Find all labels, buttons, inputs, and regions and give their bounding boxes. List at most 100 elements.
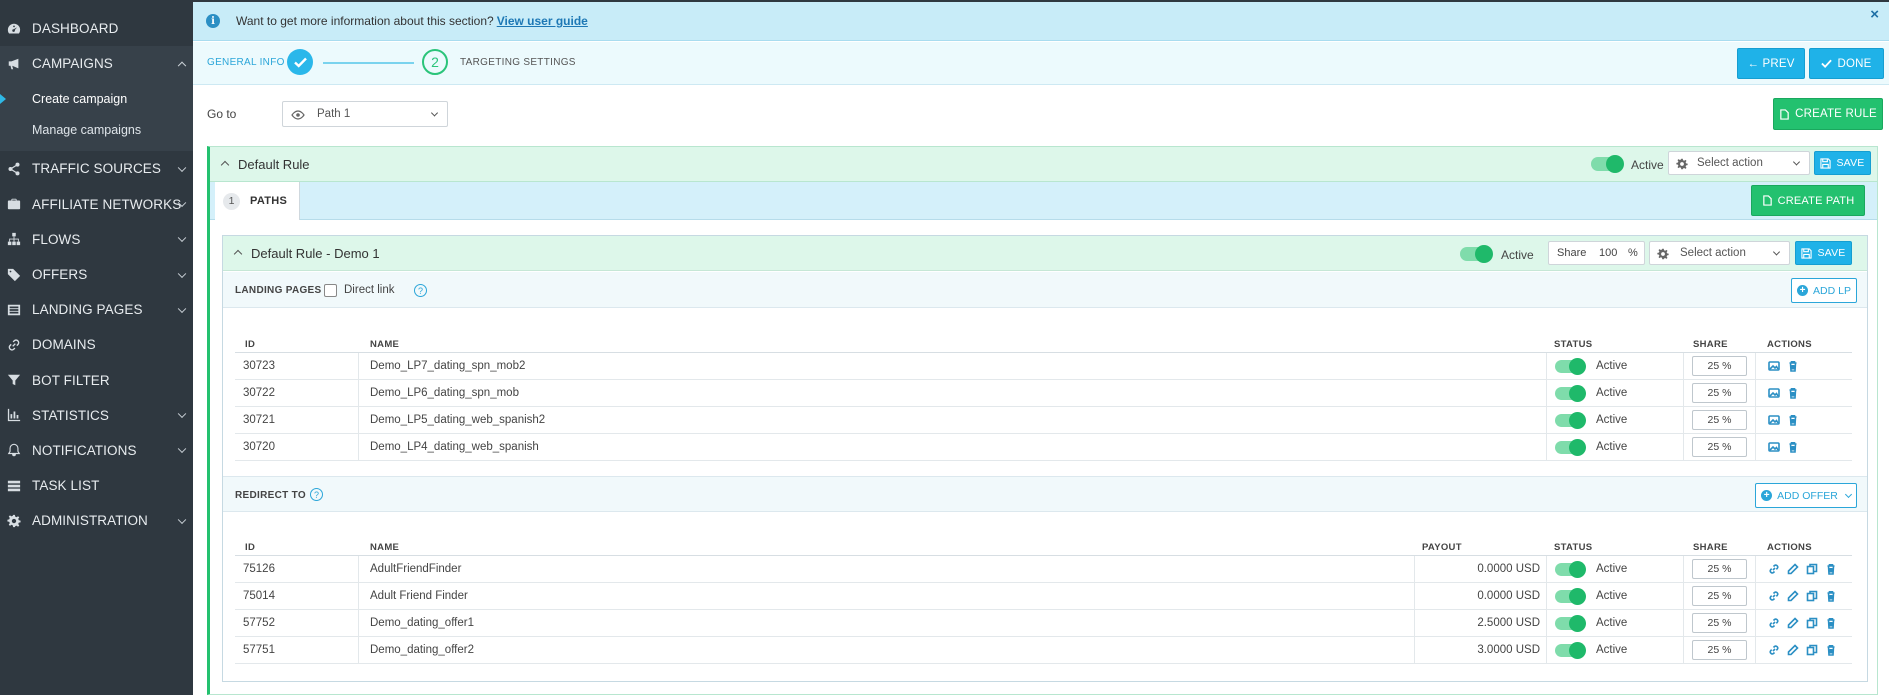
sidebar-item-notifications[interactable]: NOTIFICATIONS xyxy=(0,433,193,468)
tab-paths[interactable]: 1 PATHS xyxy=(215,182,300,220)
pencil-icon[interactable] xyxy=(1786,562,1800,576)
prev-button[interactable]: ← PREV xyxy=(1737,48,1805,79)
copy-icon[interactable] xyxy=(1805,562,1819,576)
column-divider xyxy=(1755,610,1756,637)
trash-icon[interactable] xyxy=(1824,643,1838,657)
create-rule-button[interactable]: CREATE RULE xyxy=(1773,98,1883,130)
trash-icon[interactable] xyxy=(1824,562,1838,576)
create-path-button[interactable]: CREATE PATH xyxy=(1751,185,1865,216)
chevron-up-icon[interactable] xyxy=(220,160,230,170)
offer-name: Adult Friend Finder xyxy=(370,590,468,602)
sidebar-item-label: CAMPAIGNS xyxy=(32,56,113,72)
path-save-button[interactable]: SAVE xyxy=(1795,241,1852,265)
chevron-up-icon[interactable] xyxy=(233,249,243,259)
offer-status-toggle[interactable] xyxy=(1555,588,1586,605)
lp-share-input[interactable]: 25 % xyxy=(1692,410,1747,430)
offer-share-input[interactable]: 25 % xyxy=(1692,559,1747,579)
lp-status-toggle[interactable] xyxy=(1555,439,1586,456)
lp-share-input[interactable]: 25 % xyxy=(1692,356,1747,376)
offer-share-input[interactable]: 25 % xyxy=(1692,613,1747,633)
trash-icon[interactable] xyxy=(1824,589,1838,603)
image-icon[interactable] xyxy=(1767,359,1781,373)
lp-status-toggle[interactable] xyxy=(1555,385,1586,402)
chevron-down-icon xyxy=(177,515,187,524)
trash-icon[interactable] xyxy=(1786,386,1800,400)
lp-share-input[interactable]: 25 % xyxy=(1692,437,1747,457)
sidebar-item-statistics[interactable]: STATISTICS xyxy=(0,398,193,433)
sidebar-item-offers[interactable]: OFFERS xyxy=(0,257,193,292)
copy-icon[interactable] xyxy=(1805,589,1819,603)
column-header-status: STATUS xyxy=(1554,542,1593,553)
sidebar-subitem-create-campaign[interactable]: Create campaign xyxy=(0,83,193,114)
copy-icon[interactable] xyxy=(1805,643,1819,657)
offer-share-input[interactable]: 25 % xyxy=(1692,586,1747,606)
add-offer-button[interactable]: + ADD OFFER xyxy=(1755,483,1857,508)
step-general-info[interactable]: GENERAL INFO xyxy=(207,57,285,68)
help-icon[interactable]: ? xyxy=(414,284,427,297)
offer-status-toggle[interactable] xyxy=(1555,642,1586,659)
offer-share-input[interactable]: 25 % xyxy=(1692,640,1747,660)
rule-title: Default Rule xyxy=(238,157,310,172)
sidebar-item-affiliate-networks[interactable]: AFFILIATE NETWORKS xyxy=(0,187,193,222)
sidebar-item-campaigns[interactable]: CAMPAIGNS xyxy=(0,46,193,82)
path-panel: Default Rule - Demo 1 Active Share 100 %… xyxy=(222,235,1868,682)
path-action-select[interactable]: Select action xyxy=(1649,241,1790,265)
trash-icon[interactable] xyxy=(1786,413,1800,427)
pencil-icon[interactable] xyxy=(1786,643,1800,657)
offer-payout: 2.5000 USD xyxy=(1477,617,1540,629)
trash-icon[interactable] xyxy=(1786,359,1800,373)
sidebar-item-flows[interactable]: FLOWS xyxy=(0,222,193,257)
link-icon[interactable] xyxy=(1767,643,1781,657)
table-row: 57751 Demo_dating_offer2 3.0000 USD Acti… xyxy=(235,637,1852,664)
close-icon[interactable]: × xyxy=(1870,6,1879,23)
copy-icon[interactable] xyxy=(1805,616,1819,630)
lp-status-toggle[interactable] xyxy=(1555,358,1586,375)
offer-status-toggle[interactable] xyxy=(1555,561,1586,578)
path-active-toggle[interactable] xyxy=(1460,245,1493,263)
link-icon[interactable] xyxy=(1767,562,1781,576)
done-button[interactable]: DONE xyxy=(1809,48,1884,79)
plus-icon: + xyxy=(1761,490,1773,501)
trash-icon[interactable] xyxy=(1824,616,1838,630)
help-icon[interactable]: ? xyxy=(310,488,323,501)
image-icon[interactable] xyxy=(1767,386,1781,400)
user-guide-link[interactable]: View user guide xyxy=(497,14,588,28)
rule-save-button[interactable]: SAVE xyxy=(1814,151,1871,175)
trash-icon[interactable] xyxy=(1786,440,1800,454)
image-icon[interactable] xyxy=(1767,413,1781,427)
chevron-down-icon xyxy=(177,269,187,278)
link-icon[interactable] xyxy=(1767,616,1781,630)
table-row: 75014 Adult Friend Finder 0.0000 USD Act… xyxy=(235,583,1852,610)
pencil-icon[interactable] xyxy=(1786,589,1800,603)
sidebar-item-landing-pages[interactable]: LANDING PAGES xyxy=(0,292,193,327)
path-share-input[interactable]: Share 100 % xyxy=(1548,241,1645,265)
sidebar-item-traffic-sources[interactable]: TRAFFIC SOURCES xyxy=(0,151,193,186)
rule-active-toggle[interactable] xyxy=(1591,155,1624,173)
column-divider xyxy=(1755,407,1756,434)
path-title: Default Rule - Demo 1 xyxy=(251,246,380,261)
sidebar-item-task-list[interactable]: TASK LIST xyxy=(0,468,193,503)
sidebar-item-label: DASHBOARD xyxy=(32,21,119,37)
save-icon xyxy=(1820,157,1832,169)
add-lp-button[interactable]: + ADD LP xyxy=(1791,278,1857,303)
image-icon[interactable] xyxy=(1767,440,1781,454)
offer-payout: 3.0000 USD xyxy=(1477,644,1540,656)
pencil-icon[interactable] xyxy=(1786,616,1800,630)
link-icon[interactable] xyxy=(1767,589,1781,603)
column-divider xyxy=(1546,353,1547,380)
lp-name: Demo_LP7_dating_spn_mob2 xyxy=(370,360,526,372)
chevron-down-icon xyxy=(177,445,187,454)
rule-action-select[interactable]: Select action xyxy=(1668,151,1810,175)
lp-status-toggle[interactable] xyxy=(1555,412,1586,429)
goto-path-select[interactable]: Path 1 xyxy=(282,101,448,127)
sidebar-item-administration[interactable]: ADMINISTRATION xyxy=(0,503,193,538)
sidebar-item-bot-filter[interactable]: BOT FILTER xyxy=(0,363,193,398)
direct-link-checkbox[interactable] xyxy=(324,284,337,297)
column-divider xyxy=(358,610,359,637)
lp-share-input[interactable]: 25 % xyxy=(1692,383,1747,403)
sidebar-item-domains[interactable]: DOMAINS xyxy=(0,327,193,362)
lp-name: Demo_LP6_dating_spn_mob xyxy=(370,387,519,399)
sidebar-subitem-manage-campaigns[interactable]: Manage campaigns xyxy=(0,114,193,145)
offer-status-toggle[interactable] xyxy=(1555,615,1586,632)
sidebar-item-dashboard[interactable]: DASHBOARD xyxy=(0,11,193,46)
